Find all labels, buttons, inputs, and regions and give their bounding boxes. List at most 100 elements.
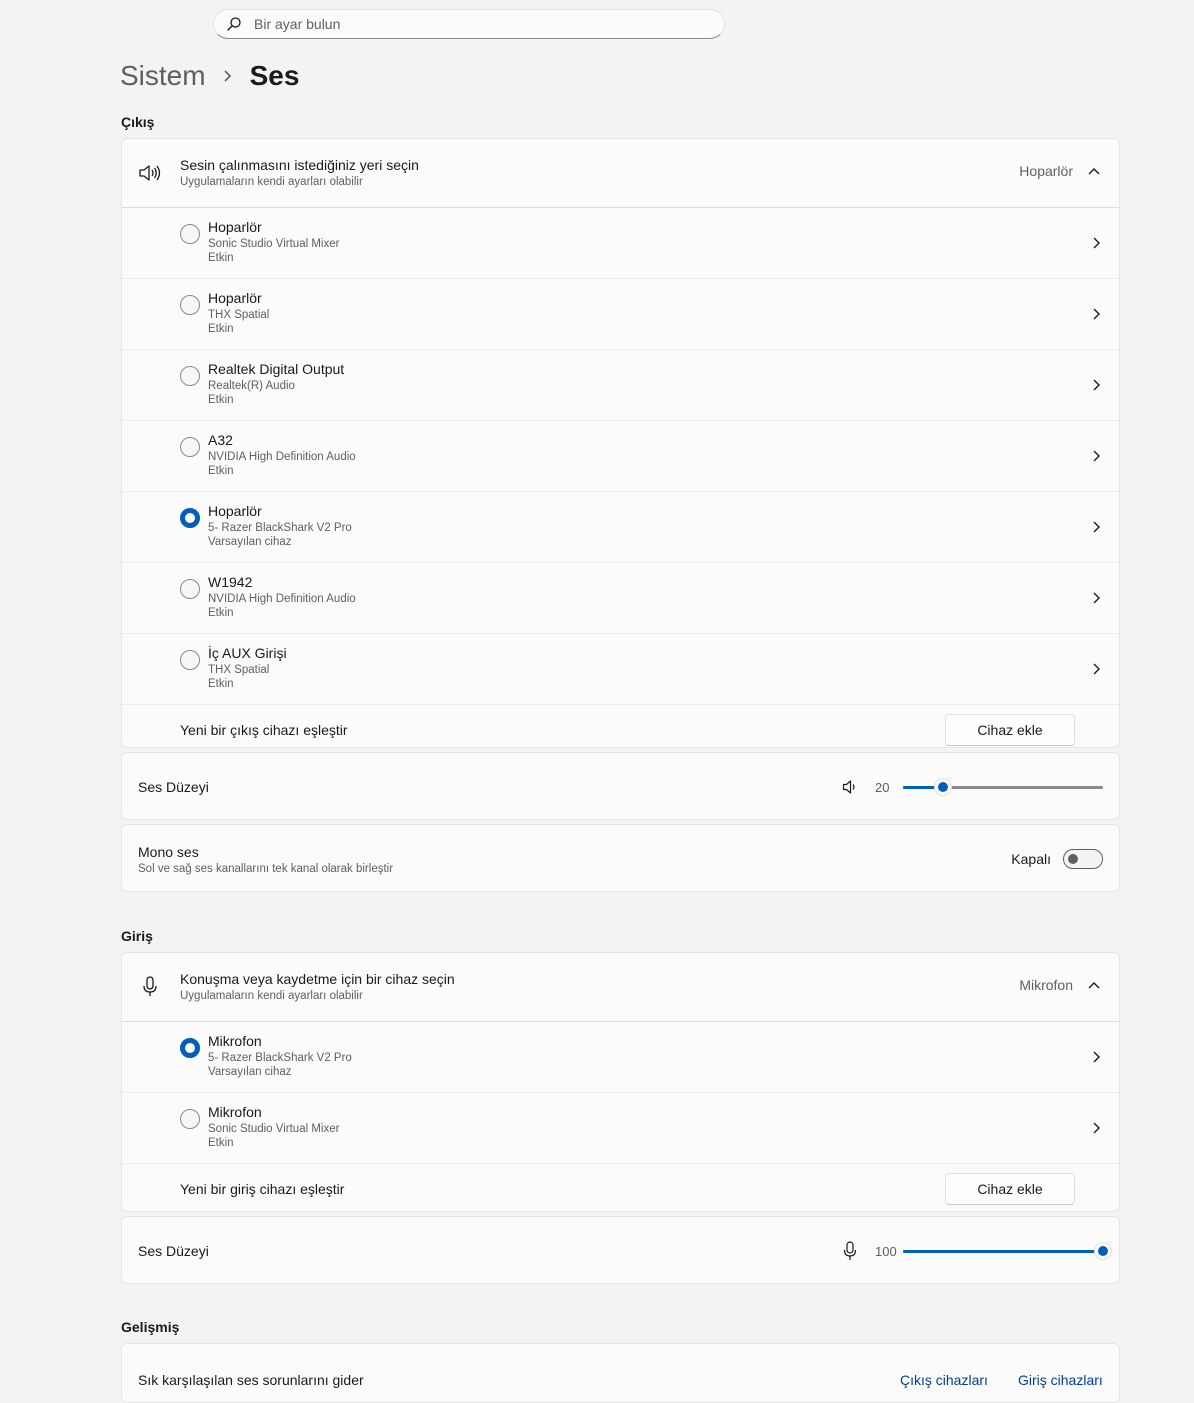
device-name: Hoparlör	[208, 290, 262, 306]
output-section-title: Çıkış	[121, 114, 155, 130]
troubleshoot-label: Sık karşılaşılan ses sorunlarını gider	[138, 1372, 364, 1388]
device-name: Hoparlör	[208, 503, 262, 519]
output-device-card: Sesin çalınmasını istediğiniz yeri seçin…	[121, 138, 1120, 748]
chevron-right-icon[interactable]	[1091, 662, 1101, 676]
output-selected-value: Hoparlör	[1019, 163, 1073, 179]
input-header-title: Konuşma veya kaydetme için bir cihaz seç…	[180, 971, 455, 987]
device-row[interactable]: İç AUX Girişi THX Spatial Etkin	[122, 634, 1119, 705]
device-name: İç AUX Girişi	[208, 645, 287, 661]
device-row[interactable]: Hoparlör THX Spatial Etkin	[122, 279, 1119, 350]
device-description: Sonic Studio Virtual Mixer	[208, 238, 340, 250]
slider-fill	[903, 1250, 1103, 1253]
input-pair-label: Yeni bir giriş cihazı eşleştir	[180, 1181, 345, 1197]
troubleshoot-output-link[interactable]: Çıkış cihazları	[900, 1372, 988, 1388]
slider-thumb[interactable]	[934, 778, 952, 796]
device-row[interactable]: Hoparlör 5- Razer BlackShark V2 Pro Varsay…	[122, 492, 1119, 563]
input-volume-value: 100	[875, 1243, 897, 1259]
output-volume-label: Ses Düzeyi	[138, 779, 209, 795]
mono-audio-card: Mono ses Sol ve sağ ses kanallarını tek …	[121, 824, 1120, 892]
chevron-right-icon[interactable]	[1091, 1050, 1101, 1064]
chevron-right-icon[interactable]	[1091, 449, 1101, 463]
chevron-right-icon[interactable]	[1091, 378, 1101, 392]
chevron-up-icon[interactable]	[1087, 166, 1101, 176]
device-radio[interactable]	[180, 650, 200, 670]
device-row[interactable]: Realtek Digital Output Realtek(R) Audio Et…	[122, 350, 1119, 421]
input-volume-card: Ses Düzeyi 100	[121, 1216, 1120, 1284]
output-volume-value: 20	[875, 779, 890, 795]
input-pair-row: Yeni bir giriş cihazı eşleştir Cihaz ekl…	[122, 1164, 1119, 1211]
device-status: Etkin	[208, 323, 234, 335]
output-device-expander[interactable]: Sesin çalınmasını istediğiniz yeri seçin…	[122, 139, 1119, 208]
troubleshoot-input-link[interactable]: Giriş cihazları	[1018, 1372, 1103, 1388]
device-description: THX Spatial	[208, 664, 270, 676]
slider-thumb[interactable]	[1094, 1242, 1112, 1260]
device-row[interactable]: Mikrofon Sonic Studio Virtual Mixer Etkin	[122, 1093, 1119, 1164]
device-row[interactable]: W1942 NVIDIA High Definition Audio Etkin	[122, 563, 1119, 634]
mono-title: Mono ses	[138, 844, 199, 860]
device-description: 5- Razer BlackShark V2 Pro	[208, 1052, 352, 1064]
device-name: A32	[208, 432, 233, 448]
input-section-title: Giriş	[121, 928, 153, 944]
chevron-right-icon[interactable]	[1091, 591, 1101, 605]
device-radio[interactable]	[180, 437, 200, 457]
troubleshoot-card: Sık karşılaşılan ses sorunlarını gider Ç…	[121, 1343, 1120, 1403]
chevron-right-icon[interactable]	[1091, 1121, 1101, 1135]
chevron-right-icon	[222, 69, 234, 83]
output-header-title: Sesin çalınmasını istediğiniz yeri seçin	[180, 157, 419, 173]
device-name: Hoparlör	[208, 219, 262, 235]
device-radio[interactable]	[180, 508, 200, 528]
input-volume-label: Ses Düzeyi	[138, 1243, 209, 1259]
device-description: Sonic Studio Virtual Mixer	[208, 1123, 340, 1135]
device-radio[interactable]	[180, 366, 200, 386]
search-input[interactable]	[254, 16, 674, 32]
device-description: Realtek(R) Audio	[208, 380, 295, 392]
add-output-device-button[interactable]: Cihaz ekle	[945, 714, 1075, 746]
input-device-card: Konuşma veya kaydetme için bir cihaz seç…	[121, 952, 1120, 1212]
device-name: W1942	[208, 574, 253, 590]
input-device-expander[interactable]: Konuşma veya kaydetme için bir cihaz seç…	[122, 953, 1119, 1022]
device-radio[interactable]	[180, 1109, 200, 1129]
device-status: Etkin	[208, 465, 234, 477]
input-volume-slider[interactable]	[903, 1241, 1112, 1261]
add-input-device-button[interactable]: Cihaz ekle	[945, 1173, 1075, 1205]
microphone-icon	[138, 975, 162, 999]
device-radio[interactable]	[180, 1038, 200, 1058]
device-status: Etkin	[208, 607, 234, 619]
device-radio[interactable]	[180, 295, 200, 315]
page-title: Ses	[249, 60, 300, 91]
search-icon	[226, 16, 242, 32]
microphone-mute-toggle-icon[interactable]	[841, 1241, 859, 1260]
device-status: Etkin	[208, 1137, 234, 1149]
device-description: NVIDIA High Definition Audio	[208, 451, 356, 463]
chevron-right-icon[interactable]	[1091, 520, 1101, 534]
device-name: Mikrofon	[208, 1104, 262, 1120]
input-device-list: Mikrofon 5- Razer BlackShark V2 Pro Varsay…	[122, 1022, 1119, 1164]
device-status: Etkin	[208, 678, 234, 690]
device-radio[interactable]	[180, 579, 200, 599]
speaker-icon	[138, 161, 162, 185]
device-radio[interactable]	[180, 224, 200, 244]
input-header-subtitle: Uygulamaların kendi ayarları olabilir	[180, 990, 363, 1002]
mono-toggle[interactable]	[1063, 849, 1103, 869]
output-volume-slider[interactable]	[903, 777, 1103, 797]
chevron-up-icon[interactable]	[1087, 980, 1101, 990]
device-description: 5- Razer BlackShark V2 Pro	[208, 522, 352, 534]
device-status: Etkin	[208, 394, 234, 406]
mono-state-label: Kapalı	[1011, 851, 1051, 867]
device-row[interactable]: A32 NVIDIA High Definition Audio Etkin	[122, 421, 1119, 492]
search-box[interactable]	[213, 9, 725, 39]
chevron-right-icon[interactable]	[1091, 236, 1101, 250]
chevron-right-icon[interactable]	[1091, 307, 1101, 321]
output-device-list: Hoparlör Sonic Studio Virtual Mixer Etkin H…	[122, 208, 1119, 705]
output-pair-row: Yeni bir çıkış cihazı eşleştir Cihaz ekl…	[122, 705, 1119, 747]
device-row[interactable]: Hoparlör Sonic Studio Virtual Mixer Etkin	[122, 208, 1119, 279]
device-name: Mikrofon	[208, 1033, 262, 1049]
device-name: Realtek Digital Output	[208, 361, 345, 377]
device-description: THX Spatial	[208, 309, 270, 321]
device-status: Varsayılan cihaz	[208, 536, 292, 548]
input-selected-value: Mikrofon	[1019, 977, 1073, 993]
device-row[interactable]: Mikrofon 5- Razer BlackShark V2 Pro Varsay…	[122, 1022, 1119, 1093]
speaker-mute-toggle-icon[interactable]	[841, 778, 859, 796]
breadcrumb-parent-link[interactable]: Sistem	[120, 60, 206, 92]
device-description: NVIDIA High Definition Audio	[208, 593, 356, 605]
